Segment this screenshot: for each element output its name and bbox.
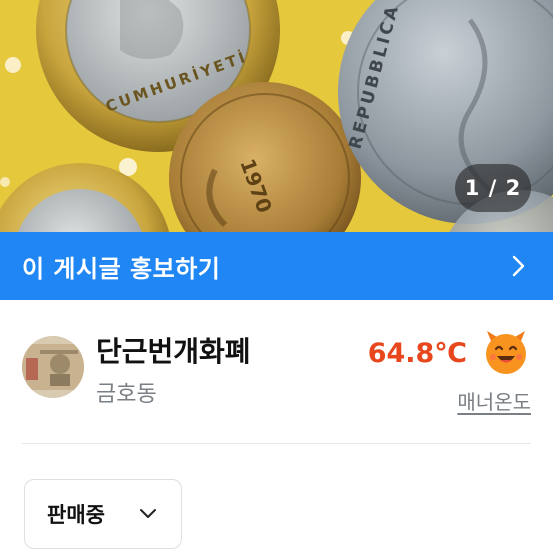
sale-status-dropdown[interactable]: 판매중 bbox=[24, 479, 182, 549]
chevron-right-icon bbox=[512, 255, 525, 277]
photo-counter: 1 / 2 bbox=[455, 164, 531, 212]
manner-temperature-link[interactable]: 매너온도 bbox=[457, 386, 531, 415]
seller-profile[interactable]: 단근번개화폐 금호동 64.8℃ 매너온도 bbox=[0, 300, 553, 445]
avatar[interactable] bbox=[22, 336, 84, 398]
promote-post-button[interactable]: 이 게시글 홍보하기 bbox=[0, 232, 553, 300]
promote-post-label: 이 게시글 홍보하기 bbox=[22, 254, 221, 283]
chevron-down-icon bbox=[140, 509, 156, 518]
happy-face-icon bbox=[486, 331, 526, 374]
seller-location: 금호동 bbox=[96, 382, 157, 407]
divider bbox=[22, 443, 531, 444]
seller-name[interactable]: 단근번개화폐 bbox=[96, 330, 251, 370]
banknote-avatar-image bbox=[22, 336, 84, 398]
sale-status-label: 판매중 bbox=[47, 503, 105, 527]
manner-temperature-value: 64.8℃ bbox=[367, 338, 467, 369]
product-photo[interactable]: CUMHURİYETİ 1970 REPUBBLICA 1 / 2 bbox=[0, 0, 553, 232]
